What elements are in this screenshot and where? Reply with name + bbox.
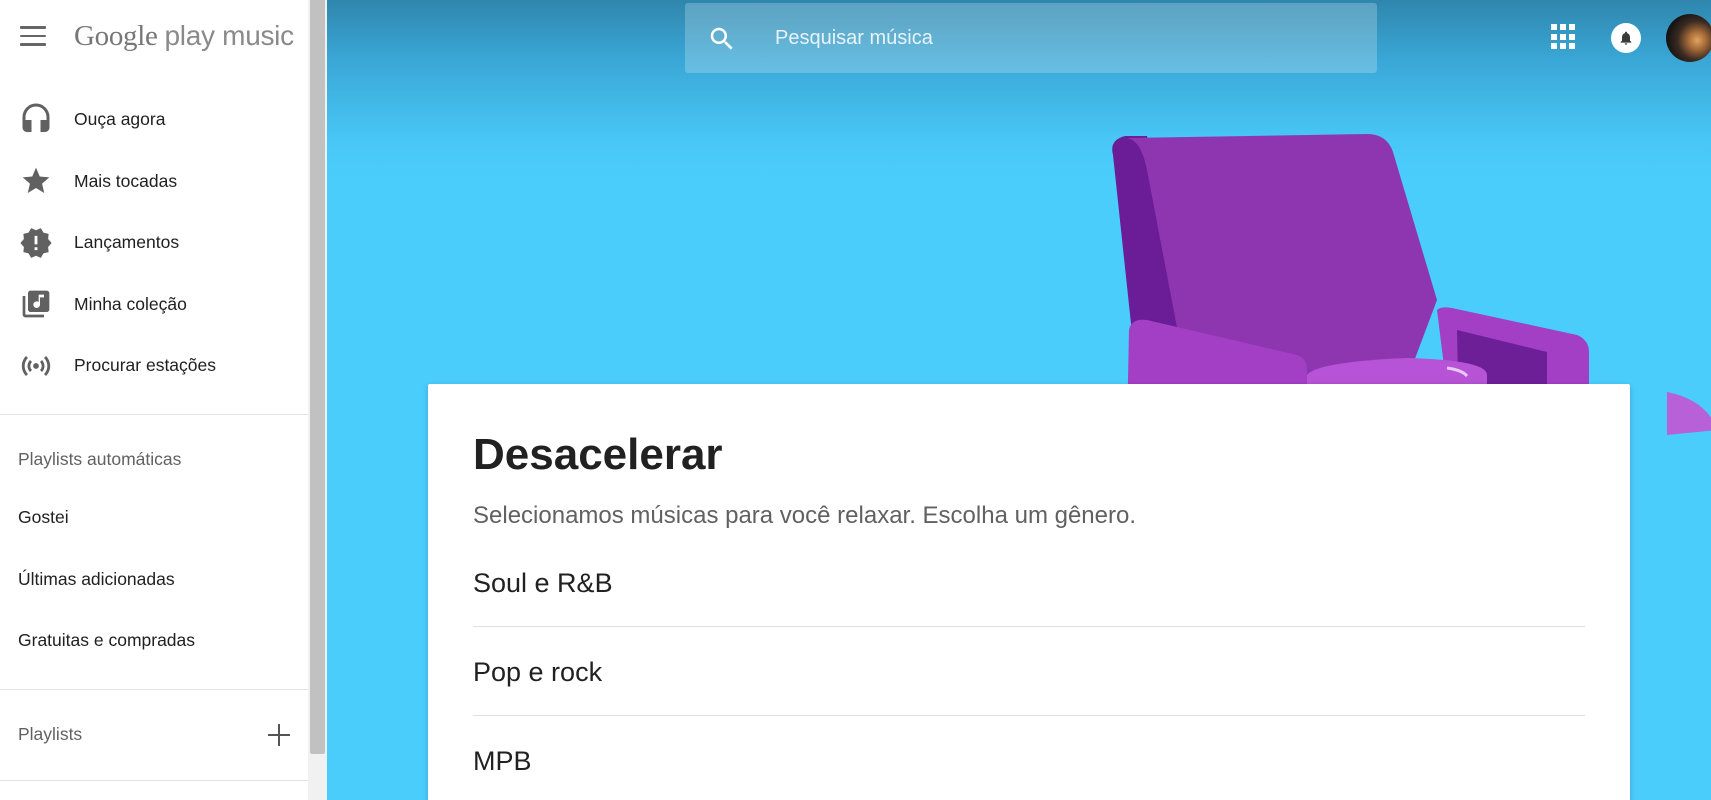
nav-item-listen-now[interactable]: Ouça agora xyxy=(0,89,308,151)
user-avatar[interactable] xyxy=(1666,14,1711,62)
card-title: Desacelerar xyxy=(473,430,723,479)
relax-card: Desacelerar Selecionamos músicas para vo… xyxy=(428,384,1630,800)
auto-playlists-heading: Playlists automáticas xyxy=(18,449,182,469)
nav-label: Procurar estações xyxy=(74,355,217,376)
nav-item-new-releases[interactable]: Lançamentos xyxy=(0,212,308,274)
notifications-bell-icon[interactable] xyxy=(1611,23,1641,53)
nav-label: Ouça agora xyxy=(74,109,166,130)
genre-label: MPB xyxy=(473,746,532,776)
headphones-icon xyxy=(18,102,54,138)
main-content: Desacelerar Selecionamos músicas para vo… xyxy=(327,0,1711,800)
search-input[interactable] xyxy=(775,3,1355,73)
hamburger-menu-icon[interactable] xyxy=(20,26,48,48)
app-logo[interactable]: Google play music xyxy=(74,20,294,53)
apps-grid-icon[interactable] xyxy=(1551,24,1577,50)
card-subtitle: Selecionamos músicas para você relaxar. … xyxy=(473,502,1136,529)
auto-playlist-liked[interactable]: Gostei xyxy=(18,507,69,528)
divider xyxy=(0,780,308,781)
add-playlist-icon[interactable] xyxy=(266,722,292,748)
brand-bar: Google play music xyxy=(0,0,308,76)
sidebar-scrollbar[interactable] xyxy=(308,0,327,800)
logo-google-text: Google xyxy=(74,20,158,52)
scrollbar-thumb[interactable] xyxy=(310,0,325,754)
divider xyxy=(0,414,308,415)
search-bar[interactable] xyxy=(685,3,1377,73)
search-icon[interactable] xyxy=(707,24,737,54)
divider xyxy=(0,689,308,690)
genre-option-pop-rock[interactable]: Pop e rock xyxy=(473,627,1585,716)
genre-option-mpb[interactable]: MPB xyxy=(473,716,1585,800)
nav-label: Lançamentos xyxy=(74,232,180,253)
library-music-icon xyxy=(18,286,54,322)
nav-item-top-charts[interactable]: Mais tocadas xyxy=(0,151,308,213)
star-icon xyxy=(18,163,54,199)
playlists-heading: Playlists xyxy=(18,724,83,744)
nav-label: Minha coleção xyxy=(74,293,187,314)
genre-label: Pop e rock xyxy=(473,657,603,687)
radio-icon xyxy=(18,348,54,384)
genre-option-soul-rnb[interactable]: Soul e R&B xyxy=(473,538,1585,627)
genre-label: Soul e R&B xyxy=(473,568,613,598)
new-releases-icon xyxy=(18,225,54,261)
sidebar: Google play music Ouça agora Mais tocada… xyxy=(0,0,308,800)
nav-label: Mais tocadas xyxy=(74,170,178,191)
main-nav: Ouça agora Mais tocadas Lançamentos Minh… xyxy=(0,89,308,397)
auto-playlist-free-purchased[interactable]: Gratuitas e compradas xyxy=(18,630,195,651)
nav-item-browse-stations[interactable]: Procurar estações xyxy=(0,335,308,397)
logo-product-text: play music xyxy=(164,20,295,51)
auto-playlist-recently-added[interactable]: Últimas adicionadas xyxy=(18,569,175,590)
nav-item-my-library[interactable]: Minha coleção xyxy=(0,274,308,336)
